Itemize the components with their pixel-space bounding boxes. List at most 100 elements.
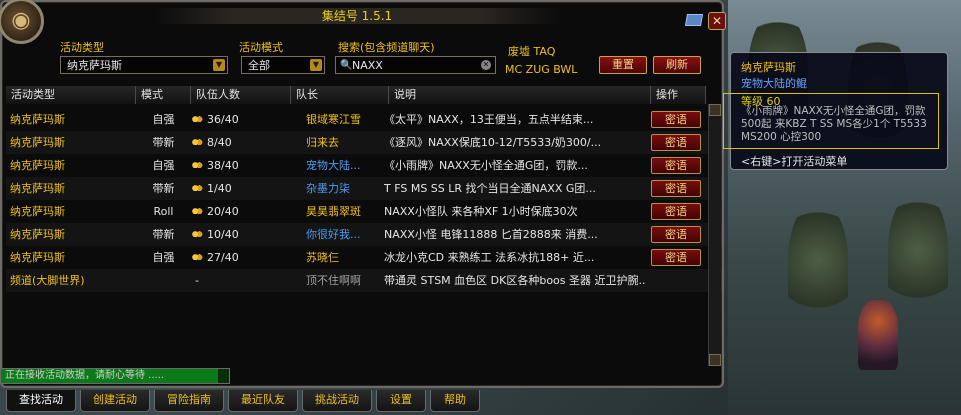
search-label: 搜索(包含频道聊天) [338,41,435,54]
tab-find-activity[interactable]: 查找活动 [6,390,76,412]
mode-value: 全部 [248,59,270,72]
column-header-mode[interactable]: 模式 [136,86,191,104]
cell-people: 27/40 [189,246,289,269]
column-header-description[interactable]: 说明 [389,86,651,104]
cell-people: 1/40 [189,177,289,200]
cell-mode: Roll [153,205,174,218]
cell-mode: 自强 [136,246,191,269]
tooltip-hint: <右键>打开活动菜单 [741,155,848,168]
cell-leader: 杂墨力柒 [306,177,381,200]
cell-leader: 银域寒江雪 [306,108,381,131]
cell-type: 纳克萨玛斯 [10,228,65,241]
cell-leader: 昊昊翡翠斑 [306,200,381,223]
cell-type: 纳克萨玛斯 [10,251,65,264]
table-row[interactable]: 纳克萨玛斯 自强 36/40 银域寒江雪 《太平》NAXX，13王便当，五点半结… [6,108,722,131]
cell-type: 频道(大脚世界) [10,274,85,287]
whisper-button[interactable]: 密语 [651,111,701,128]
quick-filter-line1[interactable]: 废墟 TAQ [508,43,555,59]
table-row[interactable]: 纳克萨玛斯 带新 8/40 归来去 《逐风》NAXX保底10-12/T5533/… [6,131,722,154]
reset-button[interactable]: 重置 [599,56,647,74]
cell-people: 8/40 [189,131,289,154]
whisper-button[interactable]: 密语 [651,180,701,197]
activity-type-label: 活动类型 [60,41,104,54]
mode-dropdown[interactable]: 全部 ▼ [241,56,325,74]
cell-mode: 自强 [152,113,175,126]
cell-type: 纳克萨玛斯 [10,182,65,195]
column-header-type[interactable]: 活动类型 [6,86,136,104]
cell-type: 纳克萨玛斯 [10,205,65,218]
search-input[interactable] [352,57,482,73]
group-icon [191,162,203,170]
cell-leader: 归来去 [306,131,381,154]
table-row[interactable]: 纳克萨玛斯 带新 1/40 杂墨力柒 T FS MS SS LR 找个当日全通N… [6,177,722,200]
search-field[interactable]: 🔍 ✕ [335,56,496,74]
activity-tooltip: 纳克萨玛斯 宠物大陆的鲲 等级 60 《小雨牌》NAXX无小怪全通G团，罚款50… [723,52,948,170]
mail-icon[interactable] [684,14,704,26]
tab-recent-teammates[interactable]: 最近队友 [228,390,298,412]
group-icon [191,231,203,239]
mode-label: 活动模式 [239,41,283,54]
cell-type: 纳克萨玛斯 [10,113,65,126]
table-row[interactable]: 频道(大脚世界) - 顶不住啊啊 带通灵 STSM 血色区 DK区各种boos … [6,269,722,292]
cell-mode: 带新 [152,228,175,241]
whisper-button[interactable]: 密语 [651,226,701,243]
tab-challenge-activity[interactable]: 挑战活动 [302,390,372,412]
table-row[interactable]: 纳克萨玛斯 带新 10/40 你很好我... NAXX小怪 电锋11888 匕首… [6,223,722,246]
tab-adventure-guide[interactable]: 冒险指南 [154,390,224,412]
scroll-up-button[interactable] [709,104,721,116]
cell-people: 38/40 [189,154,289,177]
loading-status-bar: 正在接收活动数据，请耐心等待 ..... [0,368,230,384]
whisper-button[interactable]: 密语 [651,134,701,151]
cell-people: 10/40 [189,223,289,246]
tree-silhouette [888,190,948,310]
table-row[interactable]: 纳克萨玛斯 自强 38/40 宠物大陆... 《小雨牌》NAXX无小怪全通G团，… [6,154,722,177]
cell-description: 《小雨牌》NAXX无小怪全通G团，罚款... [384,159,588,172]
cell-description: 冰龙小克CD 来熟练工 法系冰抗188+ 近... [384,251,595,264]
cell-description: 《逐风》NAXX保底10-12/T5533/奶300/... [384,136,602,149]
group-icon [191,139,203,147]
tree-silhouette [788,200,848,320]
scroll-down-button[interactable] [709,354,721,366]
cell-leader: 你很好我... [306,223,381,246]
search-icon: 🔍 [340,60,353,71]
whisper-button[interactable]: 密语 [651,203,701,220]
refresh-button[interactable]: 刷新 [653,56,701,74]
cell-type: 纳克萨玛斯 [10,136,65,149]
whisper-button[interactable]: 密语 [651,157,701,174]
group-icon [191,185,203,193]
chevron-down-icon[interactable]: ▼ [213,59,225,71]
table-row[interactable]: 纳克萨玛斯 Roll 20/40 昊昊翡翠斑 NAXX小怪队 来各种XF 1小时… [6,200,722,223]
cell-people: - [195,274,199,287]
column-header-people[interactable]: 队伍人数 [191,86,291,104]
tooltip-description: 《小雨牌》NAXX无小怪全通G团，罚款500起 来KBZ T SS MS各少1个… [741,105,927,143]
close-button[interactable]: ✕ [708,12,726,30]
chevron-down-icon[interactable]: ▼ [310,59,322,71]
column-header-leader[interactable]: 队长 [291,86,389,104]
tooltip-leader: 宠物大陆的鲲 [741,77,807,90]
raid-finder-window: 集结号 1.5.1 ✕ 活动类型 纳克萨玛斯 ▼ 活动模式 全部 ▼ 搜索(包含… [0,0,726,388]
whisper-button[interactable]: 密语 [651,249,701,266]
tab-help[interactable]: 帮助 [430,390,480,412]
window-title: 集结号 1.5.1 [152,8,562,24]
cell-description: T FS MS SS LR 找个当日全通NAXX G团... [384,182,596,195]
cell-people: 36/40 [189,108,289,131]
cell-people: 20/40 [189,200,289,223]
tab-create-activity[interactable]: 创建活动 [80,390,150,412]
cell-description: NAXX小怪 电锋11888 匕首2888来 消费... [384,228,598,241]
table-row[interactable]: 纳克萨玛斯 自强 27/40 苏晓仨 冰龙小克CD 来熟练工 法系冰抗188+ … [6,246,722,269]
cell-leader: 顶不住啊啊 [306,269,381,292]
group-icon [191,208,203,216]
quick-filter-line2[interactable]: MC ZUG BWL [505,63,577,76]
player-character[interactable] [858,300,898,370]
cell-mode: 带新 [152,136,175,149]
clear-search-icon[interactable]: ✕ [481,60,491,70]
activity-type-dropdown[interactable]: 纳克萨玛斯 ▼ [60,56,228,74]
cell-mode: 带新 [152,182,175,195]
cell-description: NAXX小怪队 来各种XF 1小时保底30次 [384,205,578,218]
cell-leader: 宠物大陆... [306,154,381,177]
cell-type: 纳克萨玛斯 [10,159,65,172]
column-header-action: 操作 [651,86,706,104]
list-scrollbar[interactable] [708,104,721,366]
tab-settings[interactable]: 设置 [376,390,426,412]
cell-mode [136,269,191,292]
